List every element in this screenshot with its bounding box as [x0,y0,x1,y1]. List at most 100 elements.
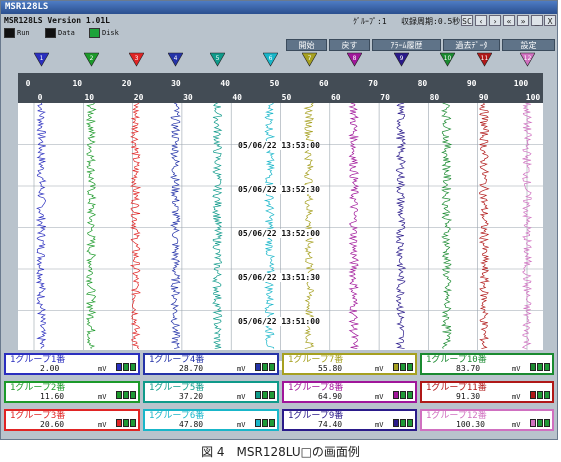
past-data-button[interactable]: 過去ﾃﾞｰﾀ [443,39,500,51]
alarm-lamp [544,391,550,399]
alarm-lamp [393,391,399,399]
settings-button[interactable]: 設定 [502,39,555,51]
alarm-lamps [254,356,275,375]
scale-bottom-tick: 0 [37,93,43,102]
prev-button[interactable]: ‹ [475,15,487,26]
channel-value: 83.70 [456,364,481,373]
alarm-lamp [123,363,129,371]
alarm-lamp [530,419,536,427]
channel-panel-5[interactable]: 1グループ5番 37.20 mV [143,381,279,403]
trend-trace-9 [395,103,407,350]
alarm-lamp [407,391,413,399]
channel-marker-5[interactable]: 5 [210,52,226,67]
alarm-lamp [116,419,122,427]
timestamp-label: 05/06/22 13:51:00 [238,317,320,326]
disk-label: Disk [102,29,119,37]
window-title: MSR128LS [5,2,49,12]
channel-panel-11[interactable]: 1グループ11番 91.30 mV [420,381,554,403]
channel-value: 64.90 [318,392,343,401]
channel-panel-7[interactable]: 1グループ7番 55.80 mV [282,353,417,375]
scale-bar [18,73,543,103]
alarm-lamp [116,363,122,371]
alarm-lamp [255,363,261,371]
channel-marker-4[interactable]: 4 [168,52,184,67]
title-bar[interactable]: MSR128LS [1,1,557,14]
channel-panel-12[interactable]: 1グループ12番 100.30 mV [420,409,554,431]
alarm-lamp [530,363,536,371]
channel-panel-6[interactable]: 1グループ6番 47.80 mV [143,409,279,431]
channel-value: 91.30 [456,392,481,401]
channel-marker-7[interactable]: 7 [302,52,318,67]
first-button[interactable]: « [503,15,515,26]
sc-button[interactable]: SC [461,15,473,26]
channel-panel-9[interactable]: 1グループ9番 74.40 mV [282,409,417,431]
channel-marker-1[interactable]: 1 [34,52,50,67]
channel-marker-number: 2 [90,55,94,62]
channel-marker-6[interactable]: 6 [262,52,278,67]
alarm-lamps [115,384,136,403]
alarm-lamp [393,419,399,427]
channel-value: 55.80 [318,364,343,373]
scale-top-tick: 70 [368,79,378,88]
channel-panel-4[interactable]: 1グループ4番 28.70 mV [143,353,279,375]
data-indicator: Data [45,28,75,39]
alarm-lamp [407,419,413,427]
alarm-lamp [130,363,136,371]
alarm-lamps [529,356,550,375]
alarm-lamp [255,391,261,399]
trend-trace-4 [170,103,181,350]
channel-value: 74.40 [318,420,343,429]
alarm-history-button[interactable]: ｱﾗｰﾑ履歴 [372,39,441,51]
scale-top-tick: 100 [513,79,529,88]
alarm-lamps [254,384,275,403]
channel-marker-number: 4 [174,55,178,62]
channel-marker-9[interactable]: 9 [393,52,409,67]
scale-bottom-tick: 80 [429,93,440,102]
cycle-indicator: 収録周期:0.5秒 [401,17,461,26]
channel-marker-2[interactable]: 2 [84,52,100,67]
channel-panel-8[interactable]: 1グループ8番 64.90 mV [282,381,417,403]
alarm-lamp [269,419,275,427]
channel-panel-10[interactable]: 1グループ10番 83.70 mV [420,353,554,375]
group-indicator: ｸﾞﾙｰﾌﾟ:1 [353,17,387,26]
channel-marker-10[interactable]: 10 [439,52,455,67]
timestamp-label: 05/06/22 13:52:30 [238,185,320,194]
channel-unit: mV [237,421,246,429]
channel-marker-11[interactable]: 11 [477,52,493,67]
channel-value: 28.70 [179,364,204,373]
last-button[interactable]: » [517,15,529,26]
next-button[interactable]: › [489,15,501,26]
alarm-lamp [269,363,275,371]
scale-bottom-tick: 10 [84,93,95,102]
scale-top-tick: 60 [318,79,329,88]
trend-trace-8 [348,103,360,350]
alarm-lamp [530,391,536,399]
channel-panel-1[interactable]: 1グループ1番 2.00 mV [4,353,140,375]
channel-marker-number: 6 [268,55,272,62]
minimize-button[interactable]: _ [531,15,543,26]
channel-marker-3[interactable]: 3 [128,52,144,67]
alarm-lamp [537,363,543,371]
alarm-lamp [393,363,399,371]
disk-indicator: Disk [89,28,119,39]
close-button[interactable]: X [544,15,556,26]
back-button[interactable]: 戻す [329,39,370,51]
channel-unit: mV [375,393,384,401]
channel-panel-2[interactable]: 1グループ2番 11.60 mV [4,381,140,403]
channel-value: 11.60 [40,392,65,401]
run-lamp [4,28,15,38]
channel-unit: mV [375,365,384,373]
channel-marker-12[interactable]: 12 [520,52,535,67]
channel-panel-3[interactable]: 1グループ3番 20.60 mV [4,409,140,431]
alarm-lamp [262,391,268,399]
timestamp-label: 05/06/22 13:53:00 [238,141,320,150]
alarm-lamp [262,419,268,427]
alarm-lamp [400,363,406,371]
channel-marker-number: 11 [481,55,489,62]
start-button[interactable]: 開始 [286,39,327,51]
alarm-lamp [262,363,268,371]
channel-marker-8[interactable]: 8 [346,52,362,67]
version-label: MSR128LS Version 1.01L [4,16,110,25]
scale-bottom-tick: 90 [478,93,489,102]
channel-unit: mV [98,365,107,373]
